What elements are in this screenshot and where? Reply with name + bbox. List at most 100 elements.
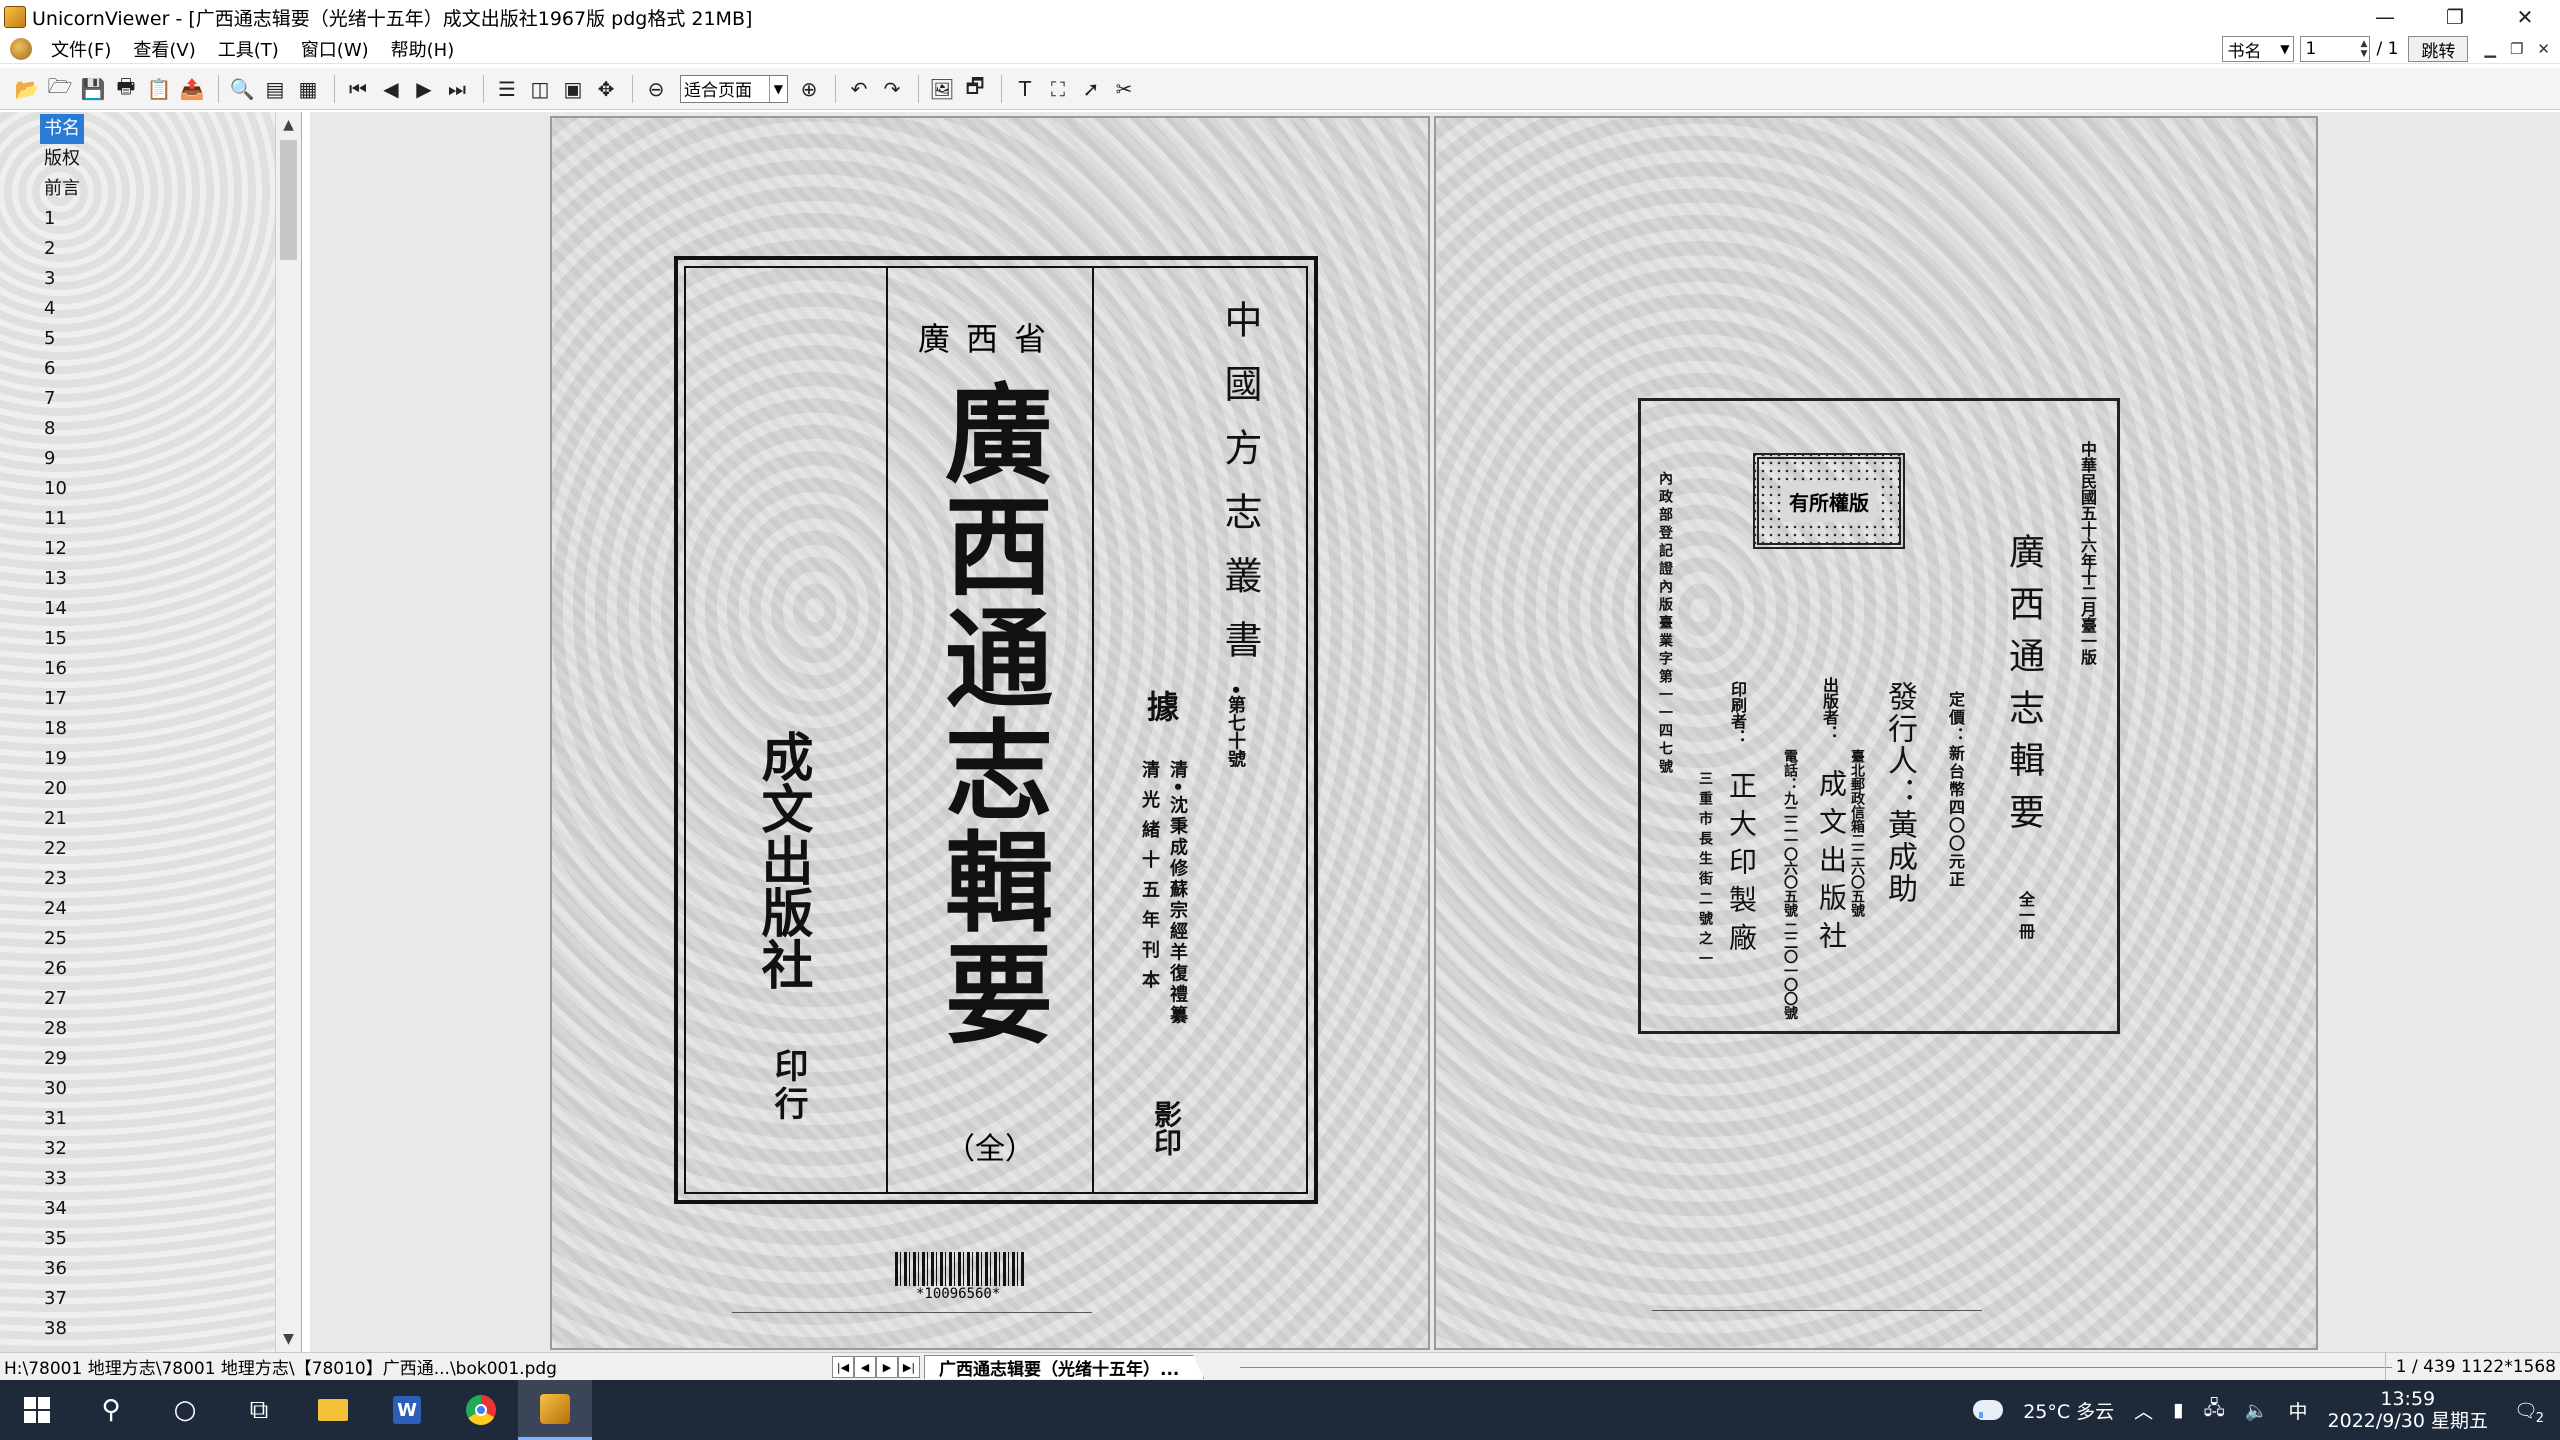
toc-item[interactable]: 3 <box>40 264 84 294</box>
volume-icon[interactable]: 🔈 <box>2245 1399 2269 1422</box>
menu-tools[interactable]: 工具(T) <box>207 36 290 62</box>
toc-item[interactable]: 31 <box>40 1104 84 1134</box>
two-page-icon[interactable]: ◫ <box>525 74 555 104</box>
toc-item[interactable]: 7 <box>40 384 84 414</box>
menu-help[interactable]: 帮助(H) <box>380 36 466 62</box>
browser-icon[interactable] <box>444 1380 518 1440</box>
toc-item[interactable]: 1 <box>40 204 84 234</box>
copy-icon[interactable]: 📋 <box>144 74 174 104</box>
toc-item[interactable]: 14 <box>40 594 84 624</box>
menu-window[interactable]: 窗口(W) <box>290 36 380 62</box>
sidebar-scrollbar[interactable]: ▲ ▼ <box>275 112 301 1352</box>
weather-text[interactable]: 25°C 多云 <box>2023 1397 2114 1424</box>
toc-item[interactable]: 32 <box>40 1134 84 1164</box>
word-icon[interactable]: W <box>370 1380 444 1440</box>
toc-item[interactable]: 37 <box>40 1284 84 1314</box>
scroll-thumb[interactable] <box>280 140 297 260</box>
task-view-icon[interactable]: ⧉ <box>222 1380 296 1440</box>
toc-item[interactable]: 35 <box>40 1224 84 1254</box>
ime-indicator[interactable]: 中 <box>2289 1397 2308 1424</box>
next-page-icon[interactable]: ▶ <box>409 74 439 104</box>
image-copy-icon[interactable]: 🗗 <box>960 74 990 104</box>
minimize-button[interactable]: — <box>2350 0 2420 34</box>
toc-item[interactable]: 5 <box>40 324 84 354</box>
open-folder-icon[interactable]: 📂 <box>12 74 42 104</box>
export-icon[interactable]: 📤 <box>177 74 207 104</box>
magnifier-icon[interactable]: 🔍 <box>227 74 257 104</box>
toc-item[interactable]: 10 <box>40 474 84 504</box>
tray-chevron-icon[interactable]: ︿ <box>2134 1397 2153 1424</box>
toc-item[interactable]: 28 <box>40 1014 84 1044</box>
toc-item[interactable]: 6 <box>40 354 84 384</box>
toc-item[interactable]: 38 <box>40 1314 84 1344</box>
single-page-icon[interactable]: ▣ <box>558 74 588 104</box>
restore-button[interactable]: ❐ <box>2420 0 2490 34</box>
cortana-icon[interactable]: ○ <box>148 1380 222 1440</box>
toc-item[interactable]: 20 <box>40 774 84 804</box>
tab-first-icon[interactable]: |◀ <box>832 1356 854 1378</box>
rotate-right-icon[interactable]: ↷ <box>877 74 907 104</box>
close-button[interactable]: ✕ <box>2490 0 2560 34</box>
toc-item[interactable]: 12 <box>40 534 84 564</box>
toc-item[interactable]: 19 <box>40 744 84 774</box>
toc-item[interactable]: 30 <box>40 1074 84 1104</box>
last-page-icon[interactable]: ⏭ <box>442 74 472 104</box>
settings-tools-icon[interactable]: ✂ <box>1109 74 1139 104</box>
toc-item[interactable]: 25 <box>40 924 84 954</box>
menu-file[interactable]: 文件(F) <box>40 36 122 62</box>
scroll-up-icon[interactable]: ▲ <box>276 112 301 138</box>
doc-close-icon[interactable]: ✕ <box>2537 40 2550 58</box>
toc-item[interactable]: 36 <box>40 1254 84 1284</box>
start-button[interactable] <box>0 1380 74 1440</box>
toc-item[interactable]: 版权 <box>40 144 84 174</box>
page-number-input[interactable]: 1 ▲ ▼ <box>2300 36 2371 62</box>
spinner-arrows-icon[interactable]: ▲ ▼ <box>2361 39 2368 59</box>
select-tool-icon[interactable]: ➚ <box>1076 74 1106 104</box>
crop-icon[interactable]: ⛶ <box>1043 74 1073 104</box>
open-file-icon[interactable]: 🗁 <box>45 74 75 104</box>
toc-item[interactable]: 书名 <box>40 114 84 144</box>
search-icon[interactable]: ⚲ <box>74 1380 148 1440</box>
rotate-left-icon[interactable]: ↶ <box>844 74 874 104</box>
unicornviewer-taskbar-icon[interactable] <box>518 1380 592 1440</box>
toc-item[interactable]: 15 <box>40 624 84 654</box>
toc-item[interactable]: 27 <box>40 984 84 1014</box>
document-menu-icon[interactable] <box>10 37 32 60</box>
save-icon[interactable]: 💾 <box>78 74 108 104</box>
doc-restore-icon[interactable]: ❐ <box>2510 40 2523 58</box>
network-icon[interactable]: 🖧 <box>2204 1394 2225 1426</box>
toc-item[interactable]: 29 <box>40 1044 84 1074</box>
zoom-in-icon[interactable]: ⊕ <box>794 74 824 104</box>
toc-item[interactable]: 24 <box>40 894 84 924</box>
toc-item[interactable]: 17 <box>40 684 84 714</box>
file-explorer-icon[interactable] <box>296 1380 370 1440</box>
notification-center-icon[interactable]: 🗨 2 <box>2506 1390 2546 1430</box>
toc-item[interactable]: 13 <box>40 564 84 594</box>
toc-item[interactable]: 34 <box>40 1194 84 1224</box>
pan-tool-icon[interactable]: ✥ <box>591 74 621 104</box>
tab-last-icon[interactable]: ▶| <box>898 1356 920 1378</box>
menu-view[interactable]: 查看(V) <box>122 36 206 62</box>
toc-item[interactable]: 8 <box>40 414 84 444</box>
first-page-icon[interactable]: ⏮ <box>343 74 373 104</box>
toc-item[interactable]: 22 <box>40 834 84 864</box>
print-icon[interactable]: 🖶 <box>111 74 141 104</box>
contents-panel-icon[interactable]: ▤ <box>260 74 290 104</box>
toc-item[interactable]: 16 <box>40 654 84 684</box>
toc-item[interactable]: 23 <box>40 864 84 894</box>
document-tab[interactable]: 广西通志辑要（光绪十五年）... <box>924 1355 1205 1379</box>
thumbnail-panel-icon[interactable]: ▦ <box>293 74 323 104</box>
toc-item[interactable]: 11 <box>40 504 84 534</box>
toc-item[interactable]: 26 <box>40 954 84 984</box>
tab-prev-icon[interactable]: ◀ <box>854 1356 876 1378</box>
text-select-icon[interactable]: T <box>1010 74 1040 104</box>
scroll-down-icon[interactable]: ▼ <box>276 1326 301 1352</box>
toc-item[interactable]: 9 <box>40 444 84 474</box>
toc-item[interactable]: 33 <box>40 1164 84 1194</box>
tab-next-icon[interactable]: ▶ <box>876 1356 898 1378</box>
zoom-select[interactable]: 适合页面 ▼ <box>680 74 788 103</box>
toc-item[interactable]: 前言 <box>40 174 84 204</box>
toc-item[interactable]: 21 <box>40 804 84 834</box>
continuous-page-icon[interactable]: ☰ <box>492 74 522 104</box>
jump-button[interactable]: 跳转 <box>2408 36 2469 62</box>
